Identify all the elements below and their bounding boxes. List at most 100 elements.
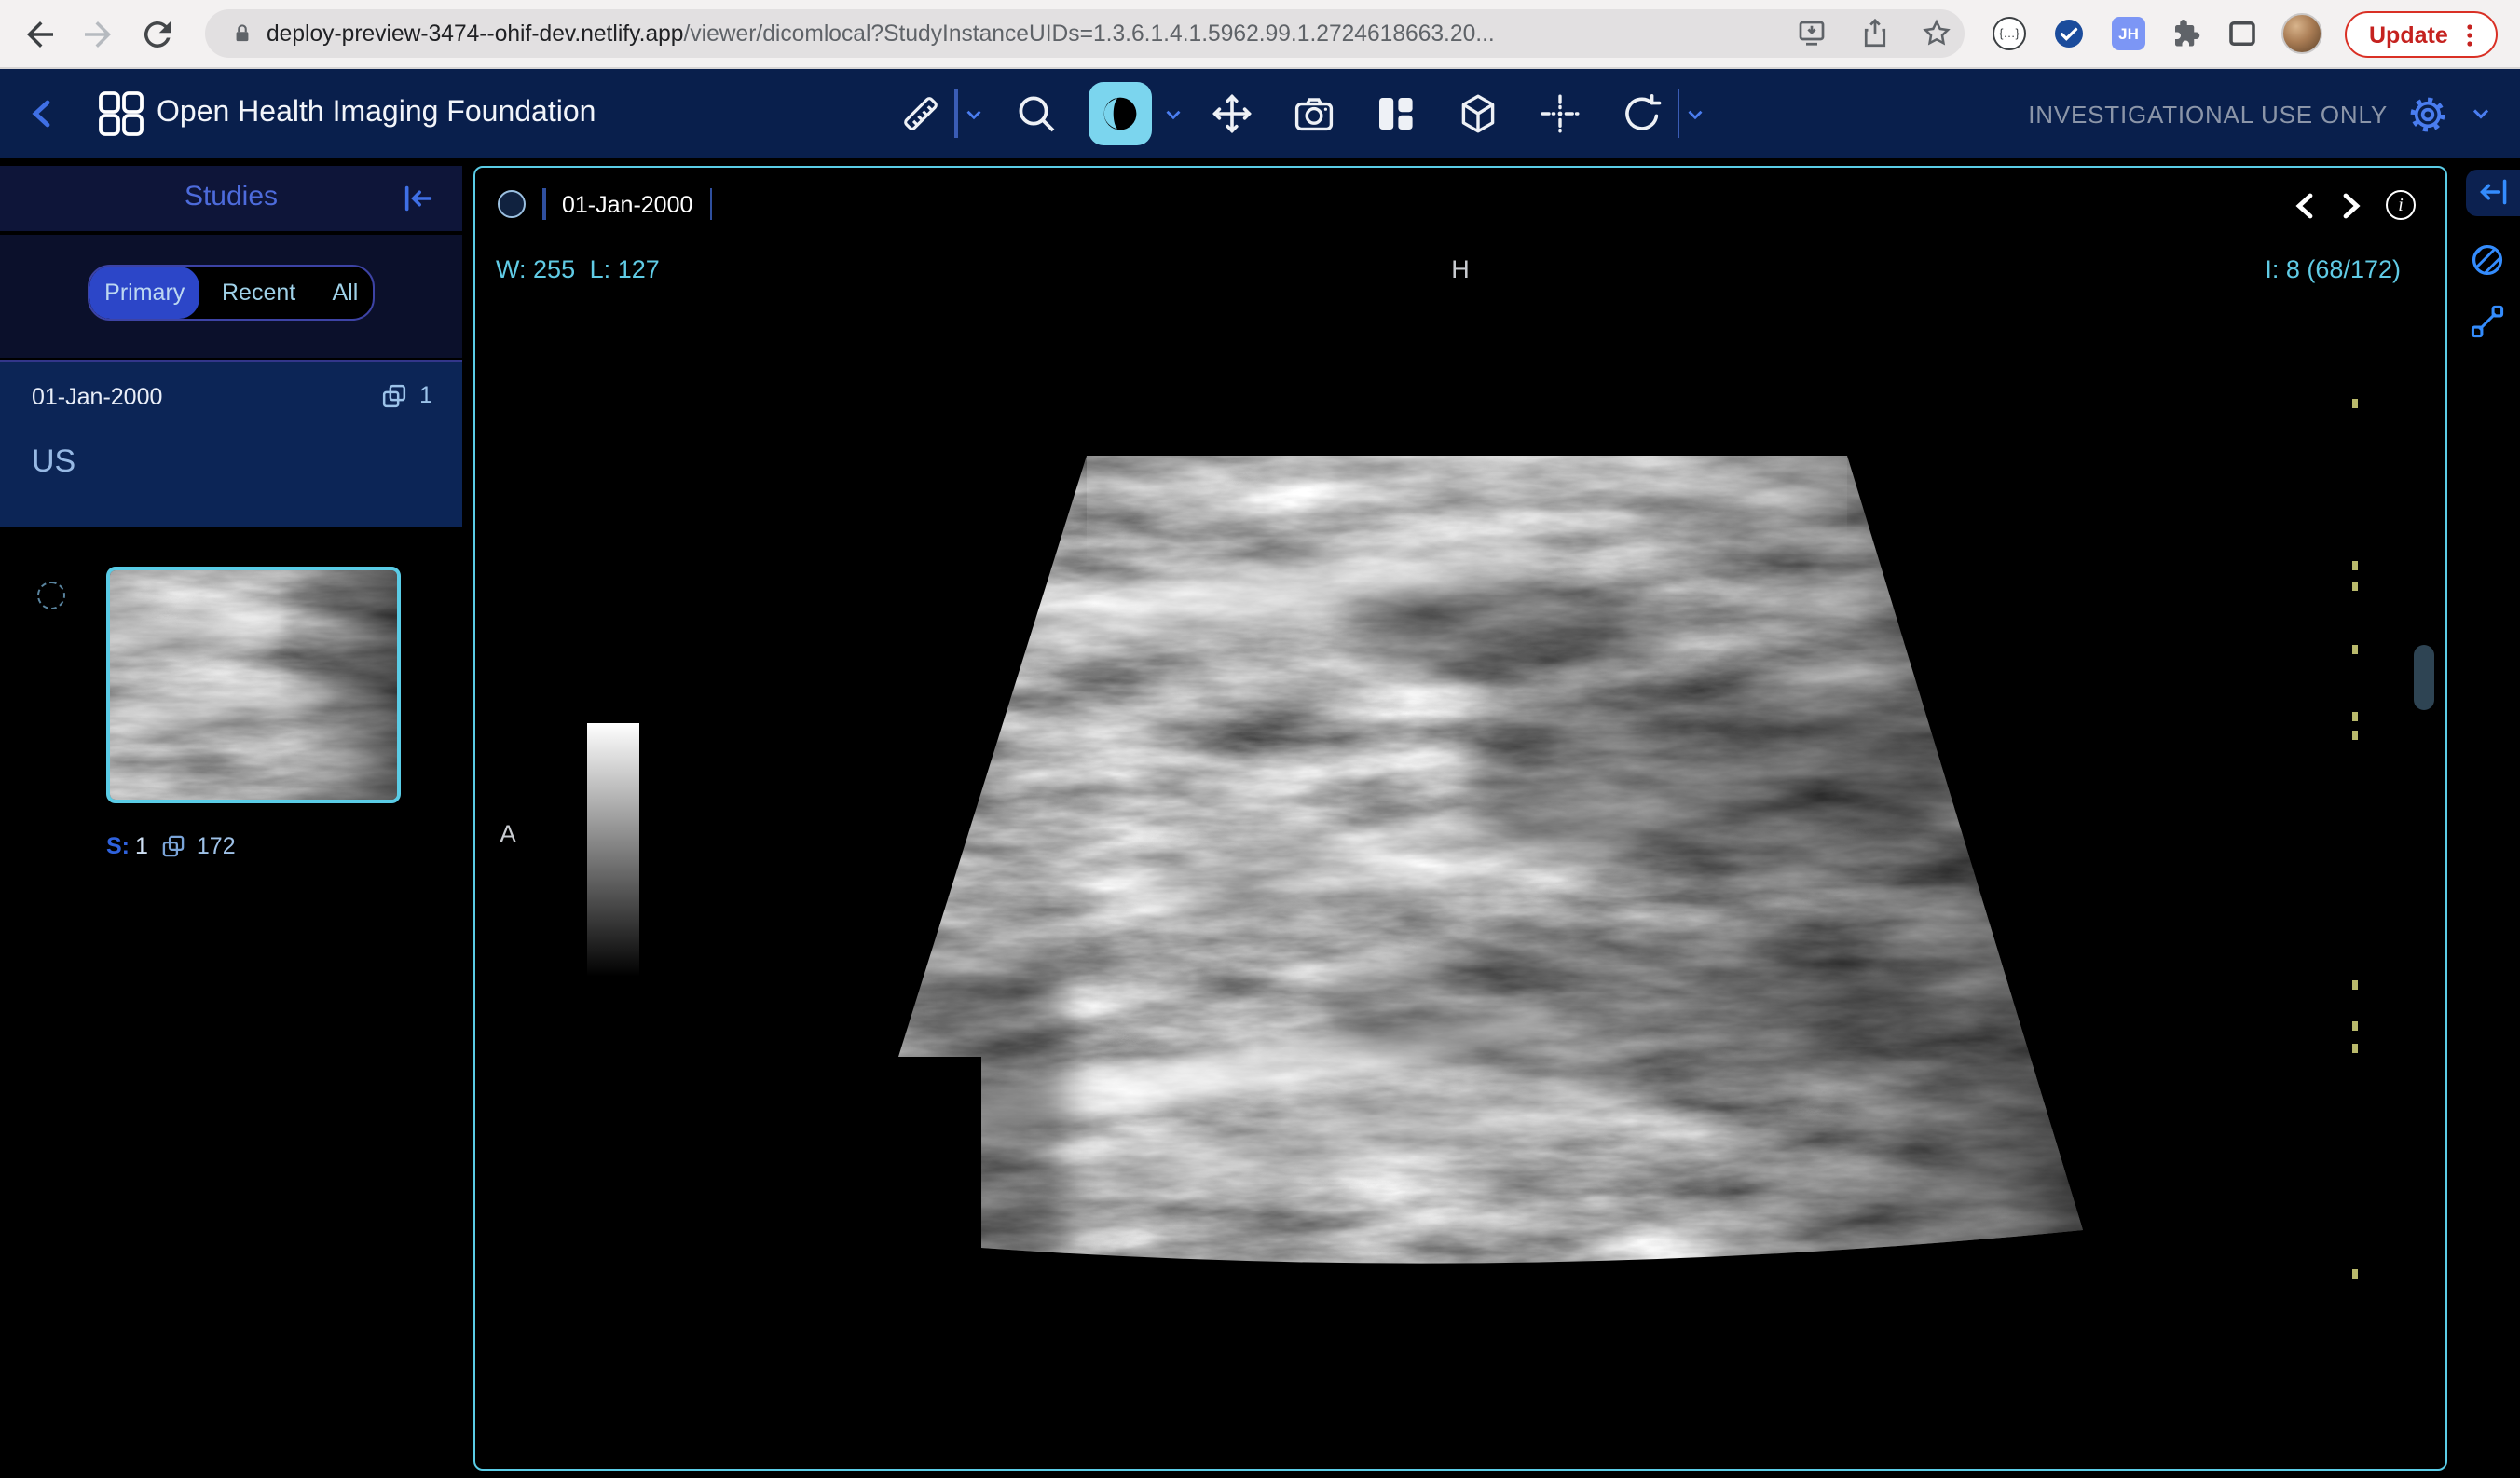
app-title: Open Health Imaging Foundation	[157, 69, 596, 158]
mpr-3d-cube-icon[interactable]	[1455, 91, 1500, 136]
settings-gear-icon[interactable]	[2406, 92, 2449, 135]
thumbnail-caption: S: 1 172	[106, 833, 236, 859]
app-header: Open Health Imaging Foundation	[0, 69, 2520, 158]
thumbnail-ultrasound-image	[110, 570, 397, 800]
image-index-overlay: I: 8 (68/172)	[2265, 255, 2401, 283]
depth-marker	[2352, 561, 2357, 570]
depth-marker	[2352, 712, 2357, 721]
toolbar-divider	[954, 89, 957, 138]
bookmark-star-icon[interactable]	[1920, 17, 1953, 50]
depth-marker	[2352, 645, 2357, 654]
expand-panel-icon	[2476, 178, 2510, 208]
profile-avatar[interactable]	[2281, 13, 2322, 54]
browser-back-icon[interactable]	[21, 15, 60, 54]
extensions-puzzle-icon[interactable]	[2170, 17, 2203, 50]
grayscale-reference-bar	[586, 723, 639, 977]
depth-marker	[2352, 1044, 2357, 1053]
active-viewport[interactable]: 01-Jan-2000 i W: 255 L: 127 H A I: 8 (68…	[473, 166, 2447, 1471]
primary-toolbar	[898, 69, 1707, 158]
chrome-update-button[interactable]: Update	[2345, 11, 2498, 58]
series-number: 1	[135, 833, 148, 859]
measurements-panel-icon[interactable]	[2470, 304, 2505, 339]
viewport-header: 01-Jan-2000	[498, 188, 712, 220]
expand-right-panel-button[interactable]	[2466, 170, 2520, 215]
info-glyph: i	[2398, 195, 2404, 215]
pan-tool-icon[interactable]	[1209, 91, 1253, 136]
series-thumbnail[interactable]	[106, 567, 401, 803]
instance-count: 172	[197, 833, 236, 859]
instances-stack-icon	[161, 833, 187, 859]
study-filter-tab-group: Primary Recent All	[88, 265, 375, 321]
back-to-studylist-icon[interactable]	[26, 97, 60, 130]
viewport-study-date: 01-Jan-2000	[562, 191, 692, 217]
study-date: 01-Jan-2000	[32, 383, 162, 409]
depth-marker	[2352, 582, 2357, 591]
window-level-icon	[1097, 91, 1142, 136]
check-badge-extension-icon[interactable]	[2052, 17, 2086, 50]
info-icon[interactable]: i	[2386, 190, 2416, 220]
install-app-icon[interactable]	[1795, 17, 1828, 50]
measure-dropdown-chevron-icon[interactable]	[961, 102, 985, 126]
padlock-icon	[229, 21, 255, 47]
depth-marker	[2352, 399, 2357, 408]
overlay-divider	[542, 188, 545, 220]
collapse-panel-icon[interactable]	[401, 181, 436, 216]
tab-primary[interactable]: Primary	[89, 267, 199, 319]
depth-marker	[2352, 731, 2357, 740]
prev-series-icon[interactable]	[2293, 191, 2317, 219]
browser-forward-icon[interactable]	[78, 15, 117, 54]
ohif-logo-icon	[97, 89, 145, 138]
share-icon[interactable]	[1858, 17, 1892, 50]
next-series-icon[interactable]	[2339, 191, 2363, 219]
viewport-status-icon[interactable]	[498, 190, 526, 218]
devtools-extension-icon[interactable]: {…}	[1993, 17, 2026, 50]
study-modality: US	[32, 443, 75, 480]
depth-marker	[2352, 980, 2357, 990]
browser-menu-icon	[2457, 22, 2483, 48]
study-filter-tabs-panel: Primary Recent All	[0, 235, 462, 357]
wl-dropdown-chevron-icon[interactable]	[1160, 102, 1185, 126]
studies-panel-header: Studies	[0, 166, 462, 230]
segmentation-panel-icon[interactable]	[2470, 242, 2505, 278]
capture-camera-icon[interactable]	[1291, 91, 1335, 136]
layout-grid-icon[interactable]	[1373, 91, 1418, 136]
thumbnail-tracking-status-icon	[37, 582, 65, 609]
measure-tools-icon[interactable]	[898, 91, 943, 136]
url-path: /viewer/dicomlocal?StudyInstanceUIDs=1.3…	[684, 21, 1495, 47]
reset-view-icon[interactable]	[1619, 91, 1664, 136]
study-list-item[interactable]: 01-Jan-2000 1 US	[0, 359, 462, 527]
update-label: Update	[2369, 21, 2448, 48]
ultrasound-image	[475, 168, 2447, 1471]
jh-extension-icon[interactable]: JH	[2112, 17, 2145, 50]
overlay-divider	[709, 188, 712, 220]
mode-label: INVESTIGATIONAL USE ONLY	[2028, 100, 2388, 128]
depth-marker	[2352, 1021, 2357, 1031]
orientation-marker-top: H	[475, 255, 2445, 283]
header-right: INVESTIGATIONAL USE ONLY	[2028, 69, 2494, 158]
window-level-tool-active[interactable]	[1088, 82, 1151, 145]
tab-recent[interactable]: Recent	[199, 267, 317, 319]
browser-toolbar: deploy-preview-3474--ohif-dev.netlify.ap…	[0, 0, 2520, 69]
series-count-value: 1	[419, 382, 432, 408]
crosshairs-icon[interactable]	[1537, 91, 1582, 136]
stack-scrollbar-thumb[interactable]	[2414, 645, 2434, 710]
jh-label: JH	[2118, 24, 2139, 43]
ohif-viewer-app: deploy-preview-3474--ohif-dev.netlify.ap…	[0, 0, 2520, 1478]
more-tools-chevron-icon[interactable]	[1683, 102, 1707, 126]
orientation-marker-left: A	[500, 820, 516, 848]
studies-panel-title: Studies	[0, 166, 462, 230]
settings-chevron-icon[interactable]	[2468, 101, 2494, 127]
url-text: deploy-preview-3474--ohif-dev.netlify.ap…	[267, 9, 1495, 58]
devtools-glyph: {…}	[1999, 27, 2020, 40]
series-label: S:	[106, 833, 130, 859]
tab-all[interactable]: All	[318, 267, 373, 319]
viewport-nav-controls: i	[2293, 190, 2416, 220]
series-stack-icon	[380, 381, 408, 409]
url-domain: deploy-preview-3474--ohif-dev.netlify.ap…	[267, 21, 684, 47]
address-bar[interactable]: deploy-preview-3474--ohif-dev.netlify.ap…	[205, 9, 1965, 58]
depth-marker	[2352, 1269, 2357, 1279]
browser-reload-icon[interactable]	[138, 15, 177, 54]
study-series-count: 1	[380, 381, 432, 409]
zoom-tool-icon[interactable]	[1013, 91, 1058, 136]
side-panel-icon[interactable]	[2226, 17, 2259, 50]
